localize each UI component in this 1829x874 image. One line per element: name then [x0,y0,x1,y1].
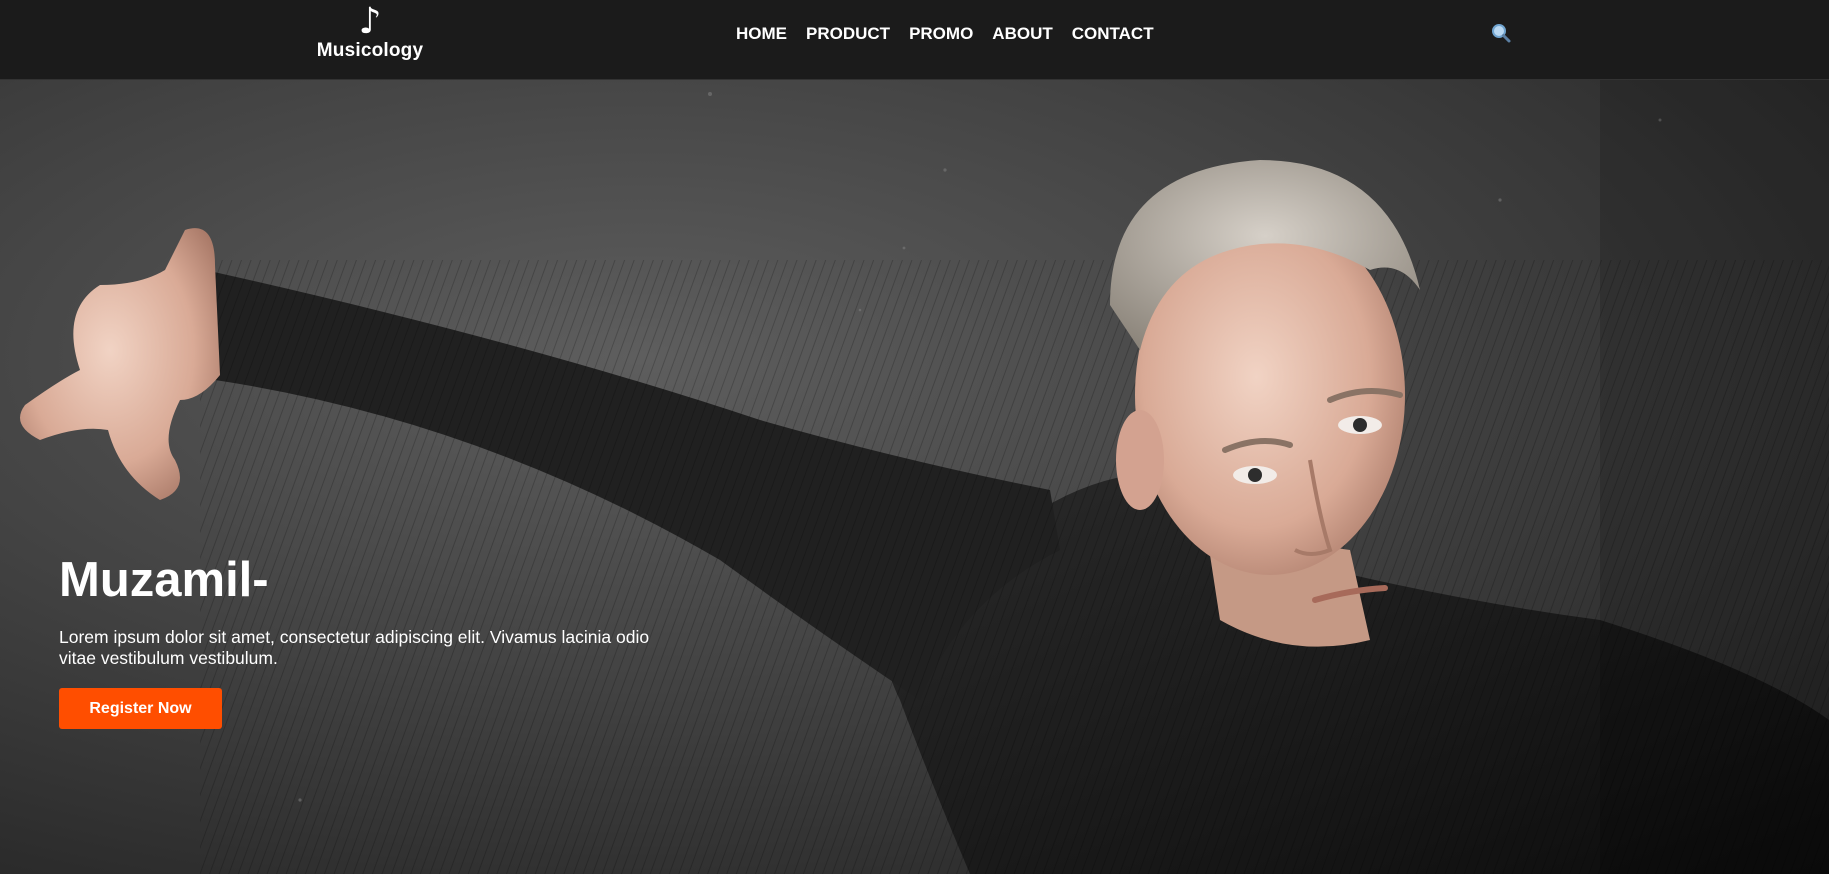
music-note-icon: ♪ [358,1,382,42]
nav-link-product[interactable]: PRODUCT [806,24,890,43]
hero-title: Muzamil- [59,553,269,607]
nav-link-about[interactable]: ABOUT [992,24,1052,43]
nav-item-promo: PROMO [909,24,973,44]
search-icon [1492,24,1511,43]
logo-text: Musicology [316,40,424,61]
nav-link-promo[interactable]: PROMO [909,24,973,43]
nav-item-about: ABOUT [992,24,1052,44]
nav-item-home: HOME [736,24,787,44]
search-button[interactable] [1490,22,1516,48]
nav-link-home[interactable]: HOME [736,24,787,43]
hero-section: Muzamil- Lorem ipsum dolor sit amet, con… [0,80,1829,874]
nav-item-product: PRODUCT [806,24,890,44]
hero-description: Lorem ipsum dolor sit amet, consectetur … [59,627,650,668]
main-nav: HOME PRODUCT PROMO ABOUT CONTACT [736,24,1154,44]
top-navbar: ♪ Musicology HOME PRODUCT PROMO ABOUT CO… [0,0,1829,80]
site-logo[interactable]: ♪ Musicology [316,3,424,63]
hero-background-photo [0,80,1829,874]
register-now-button[interactable]: Register Now [59,688,222,729]
nav-item-contact: CONTACT [1072,24,1154,44]
nav-link-contact[interactable]: CONTACT [1072,24,1154,43]
